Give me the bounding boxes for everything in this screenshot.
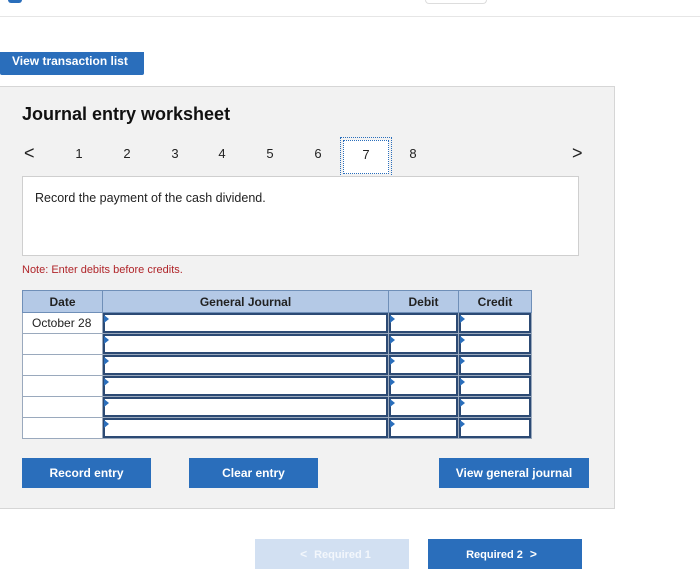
record-entry-button[interactable]: Record entry [22,458,151,488]
header-divider [0,16,700,17]
debit-cell[interactable] [388,312,459,334]
cell-marker-icon [390,378,395,386]
cell-marker-icon [460,420,465,428]
cell-marker-icon [390,420,395,428]
debit-credit-note: Note: Enter debits before credits. [22,264,183,276]
date-cell [22,396,103,418]
cell-marker-icon [460,336,465,344]
cell-marker-icon [460,399,465,407]
date-cell [22,354,103,376]
table-row [22,396,532,418]
journal-entry-table: Date General Journal Debit Credit Octobe… [22,290,532,439]
debit-input[interactable] [389,334,458,354]
general-journal-column-header: General Journal [102,290,389,313]
prev-step-chevron-icon[interactable]: < [24,144,35,162]
credit-input[interactable] [459,334,531,354]
next-step-chevron-icon[interactable]: > [572,144,583,162]
date-cell: October 28 [22,312,103,334]
account-input[interactable] [103,376,388,396]
credit-input[interactable] [459,397,531,417]
step-5[interactable]: 5 [260,146,280,161]
cell-marker-icon [390,399,395,407]
credit-cell[interactable] [458,312,532,334]
account-input[interactable] [103,397,388,417]
table-row [22,354,532,376]
cell-marker-icon [104,315,109,323]
credit-cell[interactable] [458,354,532,376]
instruction-box [22,176,579,256]
account-cell[interactable] [102,396,389,418]
account-cell[interactable] [102,375,389,397]
debit-cell[interactable] [388,333,459,355]
required-1-button[interactable]: < Required 1 [255,539,409,569]
date-cell [22,417,103,439]
required-2-label: Required 2 [466,549,523,561]
top-edge-tab [425,0,487,4]
chevron-left-icon: < [300,547,308,561]
credit-cell[interactable] [458,333,532,355]
cell-marker-icon [104,357,109,365]
credit-cell[interactable] [458,396,532,418]
debit-input[interactable] [389,313,458,333]
step-7-active[interactable]: 7 [340,137,392,177]
step-8[interactable]: 8 [403,146,423,161]
date-cell [22,333,103,355]
cell-marker-icon [460,378,465,386]
account-input[interactable] [103,418,388,438]
date-column-header: Date [22,290,103,313]
view-general-journal-button[interactable]: View general journal [439,458,589,488]
account-input[interactable] [103,355,388,375]
credit-cell[interactable] [458,375,532,397]
cell-marker-icon [104,378,109,386]
table-row [22,333,532,355]
instruction-text: Record the payment of the cash dividend. [35,191,266,205]
step-2[interactable]: 2 [117,146,137,161]
table-row [22,417,532,439]
view-transaction-list-button[interactable]: View transaction list [0,52,144,75]
debit-input[interactable] [389,397,458,417]
credit-cell[interactable] [458,417,532,439]
clear-entry-button[interactable]: Clear entry [189,458,318,488]
account-cell[interactable] [102,417,389,439]
required-1-label: Required 1 [314,549,371,561]
credit-input[interactable] [459,418,531,438]
table-row [22,375,532,397]
credit-input[interactable] [459,376,531,396]
date-cell [22,375,103,397]
cell-marker-icon [460,357,465,365]
debit-cell[interactable] [388,375,459,397]
worksheet-title: Journal entry worksheet [22,104,231,124]
cell-marker-icon [390,336,395,344]
step-3[interactable]: 3 [165,146,185,161]
credit-input[interactable] [459,313,531,333]
account-cell[interactable] [102,333,389,355]
required-2-button[interactable]: Required 2 > [428,539,582,569]
debit-input[interactable] [389,355,458,375]
top-edge-accent [8,0,22,3]
debit-column-header: Debit [388,290,459,313]
debit-input[interactable] [389,418,458,438]
debit-cell[interactable] [388,417,459,439]
chevron-right-icon: > [529,547,537,561]
credit-input[interactable] [459,355,531,375]
account-input[interactable] [103,313,388,333]
debit-input[interactable] [389,376,458,396]
cell-marker-icon [390,357,395,365]
step-6[interactable]: 6 [308,146,328,161]
cell-marker-icon [104,336,109,344]
debit-cell[interactable] [388,396,459,418]
account-cell[interactable] [102,312,389,334]
cell-marker-icon [390,315,395,323]
cell-marker-icon [104,420,109,428]
debit-cell[interactable] [388,354,459,376]
step-4[interactable]: 4 [212,146,232,161]
cell-marker-icon [104,399,109,407]
account-cell[interactable] [102,354,389,376]
account-input[interactable] [103,334,388,354]
cell-marker-icon [460,315,465,323]
step-1[interactable]: 1 [69,146,89,161]
credit-column-header: Credit [458,290,532,313]
table-row: October 28 [22,312,532,334]
